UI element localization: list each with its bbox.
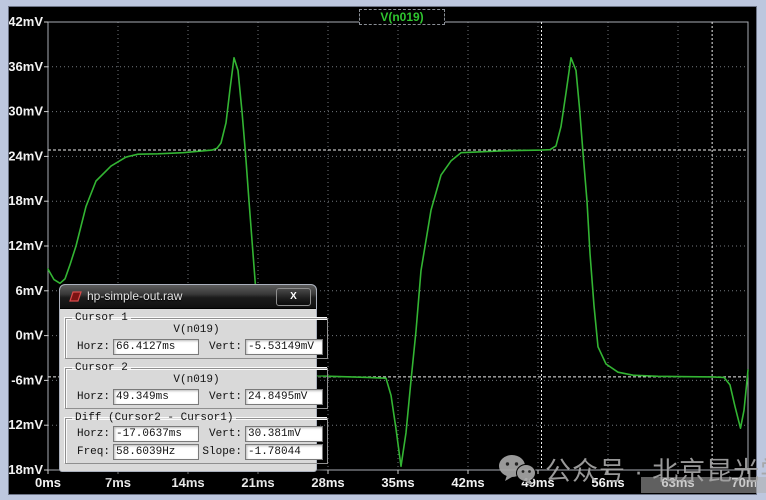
cursor2-trace-name: V(n019): [70, 374, 323, 387]
cursor1-vert-label: Vert:: [202, 341, 242, 353]
y-tick-label: 24mV: [9, 148, 43, 163]
diff-heading: Diff (Cursor2 - Cursor1): [72, 412, 236, 424]
cursor1-group: Cursor 1 V(n019) Horz: Vert:: [65, 312, 328, 359]
x-tick-label: 14ms: [171, 475, 204, 490]
diff-slope-input[interactable]: [245, 444, 323, 460]
y-tick-label: 0mV: [16, 328, 44, 343]
dialog-body: Cursor 1 V(n019) Horz: Vert: Cursor 2 V(…: [60, 309, 316, 471]
diff-slope-label: Slope:: [202, 446, 242, 458]
dialog-titlebar[interactable]: hp-simple-out.raw X: [60, 285, 316, 309]
cursor1-vert-input[interactable]: [245, 339, 323, 355]
wechat-icon: [497, 454, 537, 486]
cursor2-vert-input[interactable]: [245, 389, 323, 405]
cursor2-group: Cursor 2 V(n019) Horz: Vert:: [65, 362, 328, 409]
dialog-title: hp-simple-out.raw: [87, 289, 182, 303]
y-tick-label: -18mV: [9, 462, 43, 477]
cursor2-vert-label: Vert:: [202, 391, 242, 403]
diff-freq-label: Freq:: [70, 446, 110, 458]
x-tick-label: 21ms: [241, 475, 274, 490]
watermark: 公众号 · 北京昆光学校: [497, 451, 766, 488]
diff-vert-input[interactable]: [245, 426, 323, 442]
x-tick-label: 7ms: [105, 475, 131, 490]
x-tick-label: 28ms: [311, 475, 344, 490]
plot-pane: 0ms7ms14ms21ms28ms35ms42ms49ms56ms63ms70…: [8, 6, 757, 495]
y-tick-label: 30mV: [9, 104, 43, 119]
y-tick-label: 42mV: [9, 14, 43, 29]
x-tick-label: 42ms: [451, 475, 484, 490]
diff-horz-label: Horz:: [70, 428, 110, 440]
y-tick-label: 36mV: [9, 59, 43, 74]
watermark-text: 公众号 · 北京昆光学校: [545, 451, 766, 488]
close-icon: X: [290, 291, 297, 302]
diff-group: Diff (Cursor2 - Cursor1) Horz: Vert: Fre…: [65, 412, 328, 464]
cursor2-horz-label: Horz:: [70, 391, 110, 403]
y-tick-label: 12mV: [9, 238, 43, 253]
plot-title[interactable]: V(n019): [359, 9, 445, 25]
cursor1-trace-name: V(n019): [70, 324, 323, 337]
diff-freq-input[interactable]: [113, 444, 199, 460]
y-tick-label: 18mV: [9, 193, 43, 208]
diff-horz-input[interactable]: [113, 426, 199, 442]
close-button[interactable]: X: [276, 288, 311, 306]
cursor-dialog: hp-simple-out.raw X Cursor 1 V(n019) Hor…: [59, 284, 317, 472]
cursor2-horz-input[interactable]: [113, 389, 199, 405]
y-tick-label: 6mV: [16, 283, 44, 298]
diff-vert-label: Vert:: [202, 428, 242, 440]
ltspice-icon: [68, 291, 83, 303]
y-tick-label: -6mV: [11, 372, 43, 387]
cursor1-horz-label: Horz:: [70, 341, 110, 353]
cursor1-heading: Cursor 1: [72, 312, 131, 324]
cursor2-heading: Cursor 2: [72, 362, 131, 374]
y-tick-label: -12mV: [9, 417, 43, 432]
x-tick-label: 0ms: [35, 475, 61, 490]
window-frame: 0ms7ms14ms21ms28ms35ms42ms49ms56ms63ms70…: [0, 0, 766, 500]
cursor1-horz-input[interactable]: [113, 339, 199, 355]
x-tick-label: 35ms: [381, 475, 414, 490]
